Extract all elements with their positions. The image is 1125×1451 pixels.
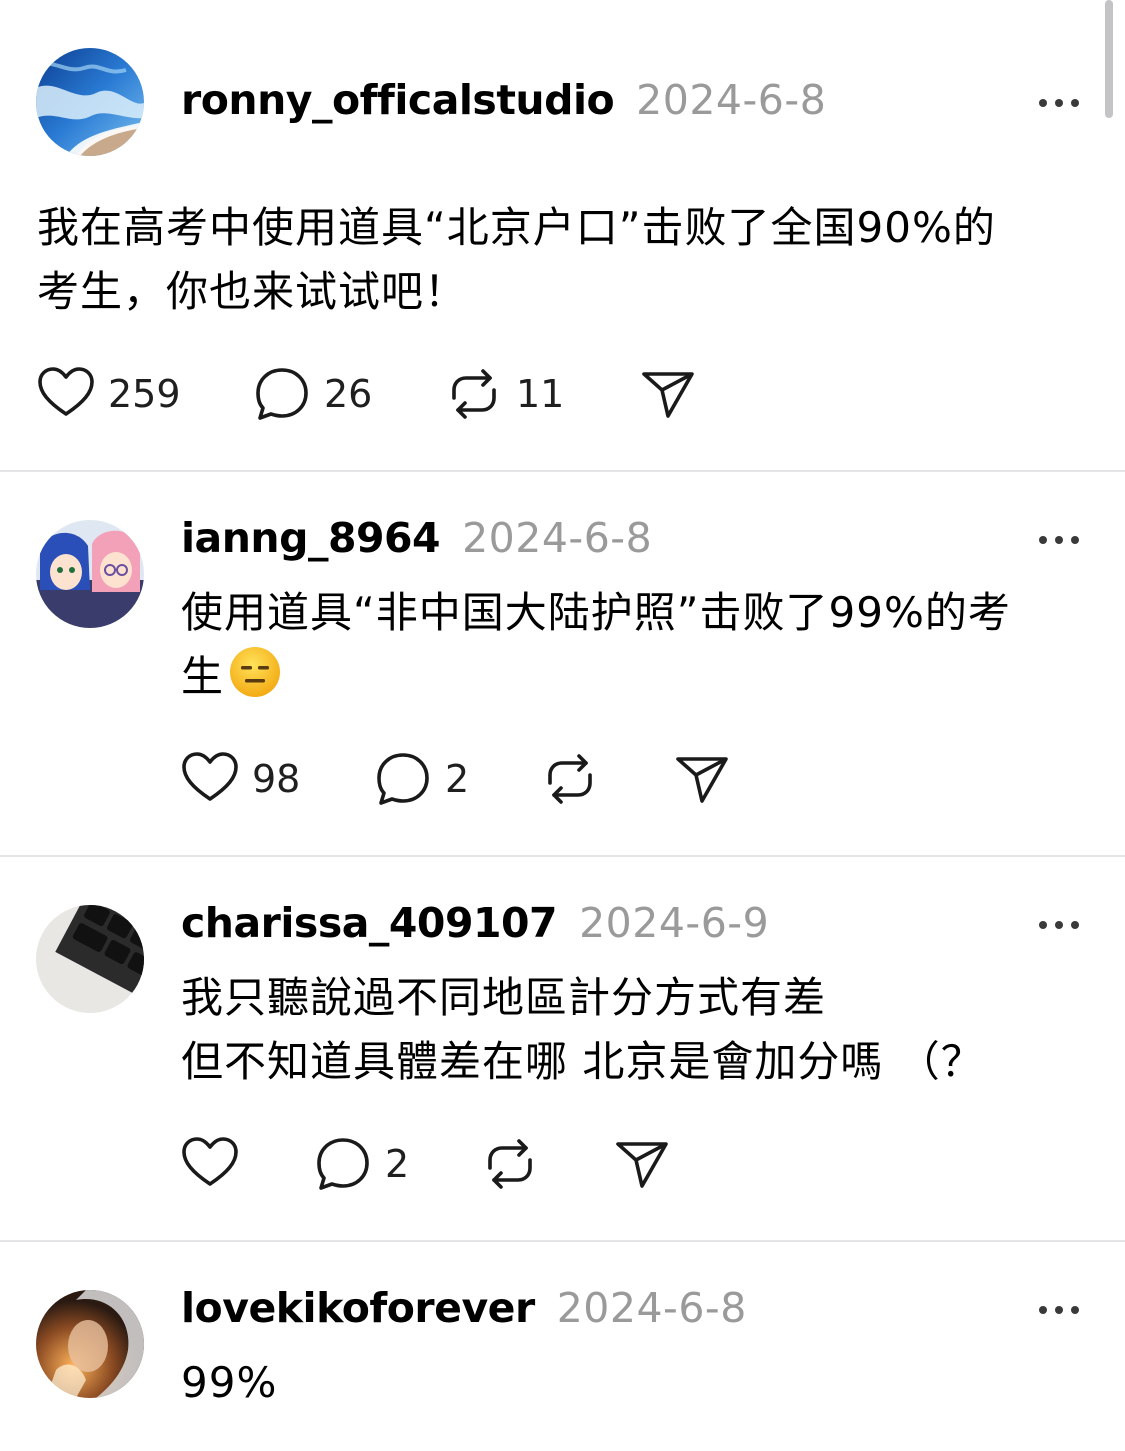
avatar[interactable]	[36, 48, 144, 156]
like-button[interactable]: 98	[180, 747, 300, 811]
post-header: ianng_8964 2024-6-8	[181, 514, 652, 562]
repost-button[interactable]	[540, 747, 600, 811]
post-text: 我在高考中使用道具“北京户口”击败了全国90%的 考生，你也来试试吧！	[37, 203, 996, 316]
heart-icon	[182, 752, 238, 801]
action-bar: 2	[180, 1132, 700, 1196]
post-text: 99%	[181, 1358, 278, 1407]
portrait-avatar-image	[36, 1290, 144, 1398]
like-count: 259	[108, 372, 181, 416]
username[interactable]: lovekikoforever	[181, 1284, 535, 1332]
username[interactable]: ianng_8964	[181, 514, 441, 562]
expressionless-face-emoji	[230, 647, 281, 697]
more-dots-icon[interactable]	[1039, 1304, 1079, 1316]
send-paper-plane-icon	[676, 757, 728, 803]
more-dots-icon[interactable]	[1039, 534, 1079, 546]
repost-arrows-icon	[488, 1139, 532, 1189]
ocean-wave-avatar-image	[36, 48, 144, 156]
reply-button[interactable]: 26	[252, 362, 372, 426]
repost-button[interactable]: 11	[444, 362, 564, 426]
post-header: lovekikoforever 2024-6-8	[181, 1284, 747, 1332]
post-divider	[0, 470, 1125, 472]
repost-button[interactable]	[480, 1132, 540, 1196]
reply-button[interactable]: 2	[313, 1132, 409, 1196]
like-button[interactable]	[180, 1132, 240, 1196]
post-divider	[0, 1240, 1125, 1242]
share-button[interactable]	[638, 362, 698, 426]
avatar[interactable]	[36, 1290, 144, 1398]
share-button[interactable]	[672, 747, 732, 811]
repost-arrows-icon	[548, 754, 592, 804]
post-date: 2024-6-8	[556, 1284, 747, 1332]
keyboard-keys-avatar-image	[36, 905, 144, 1013]
post-divider	[0, 855, 1125, 857]
heart-icon	[38, 367, 94, 416]
post-date: 2024-6-9	[579, 899, 770, 947]
post-header: charissa_409107 2024-6-9	[181, 899, 769, 947]
share-button[interactable]	[612, 1132, 672, 1196]
post-text-line: 生	[181, 645, 1081, 709]
avatar[interactable]	[36, 520, 144, 628]
username[interactable]: ronny_officalstudio	[181, 76, 615, 124]
repost-arrows-icon	[452, 369, 496, 419]
reply-count: 2	[385, 1142, 410, 1186]
post-text-line: 使用道具“非中国大陆护照”击败了99%的考	[181, 588, 1011, 637]
reply-count: 2	[445, 757, 470, 801]
send-paper-plane-icon	[616, 1142, 668, 1188]
like-button[interactable]: 259	[36, 362, 181, 426]
comment-bubble-icon	[377, 753, 429, 805]
anime-characters-avatar-image	[36, 520, 144, 628]
action-bar: 259 26 11	[36, 362, 736, 426]
comment-bubble-icon	[317, 1138, 369, 1190]
post-text-fragment: 生	[181, 652, 225, 701]
repost-count: 11	[516, 372, 565, 416]
post-text: 使用道具“非中国大陆护照”击败了99%的考 生	[181, 581, 1081, 709]
post-date: 2024-6-8	[462, 514, 653, 562]
more-dots-icon[interactable]	[1039, 919, 1079, 931]
reply-count: 26	[324, 372, 373, 416]
send-paper-plane-icon	[642, 372, 694, 418]
post-header: ronny_officalstudio 2024-6-8	[181, 76, 826, 124]
scrollbar[interactable]	[1105, 0, 1113, 118]
avatar[interactable]	[36, 905, 144, 1013]
like-count: 98	[252, 757, 301, 801]
post-text: 我只聽說過不同地區計分方式有差 但不知道具體差在哪 北京是會加分嗎 （？	[181, 973, 984, 1086]
heart-icon	[182, 1137, 238, 1186]
username[interactable]: charissa_409107	[181, 899, 558, 947]
comment-bubble-icon	[256, 368, 308, 420]
reply-button[interactable]: 2	[373, 747, 469, 811]
more-dots-icon[interactable]	[1039, 97, 1079, 109]
post-date: 2024-6-8	[636, 76, 827, 124]
action-bar: 98 2	[180, 747, 780, 811]
